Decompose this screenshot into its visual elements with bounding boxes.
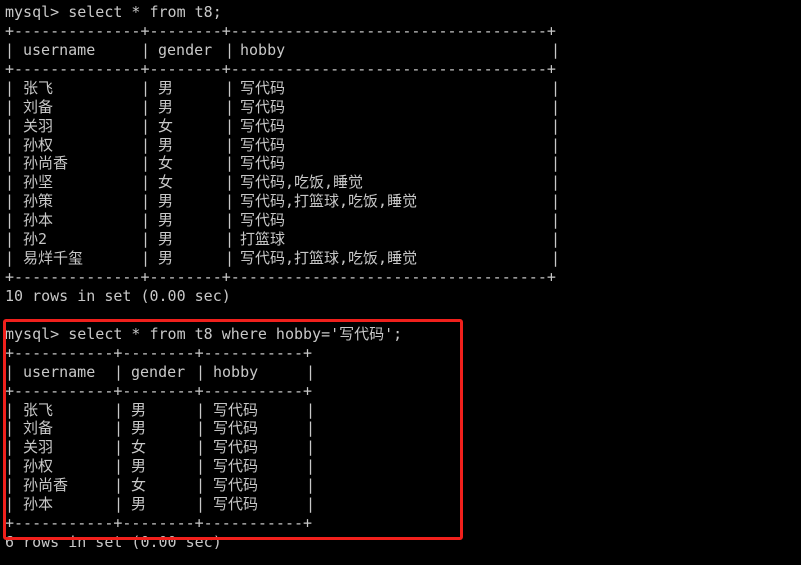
table-header-cell: gender (158, 40, 213, 59)
table-row-cell: 孙2 (23, 230, 48, 249)
column-separator: | (551, 78, 561, 97)
column-separator: | (141, 116, 151, 135)
result-summary: 10 rows in set (0.00 sec) (5, 286, 231, 305)
column-separator: | (225, 97, 235, 116)
column-separator: | (5, 116, 15, 135)
column-separator: | (5, 173, 15, 192)
table-row-cell: 打篮球 (240, 230, 286, 249)
table-row-cell: 男 (158, 249, 174, 268)
table-row-cell: 写代码 (240, 97, 286, 116)
table-row-cell: 孙尚香 (23, 154, 69, 173)
column-separator: | (5, 40, 15, 59)
table-row-cell: 写代码 (240, 116, 286, 135)
table-row-cell: 女 (158, 154, 174, 173)
table-row-cell: 孙策 (23, 192, 54, 211)
column-separator: | (5, 211, 15, 230)
table-row-cell: 写代码,打篮球,吃饭,睡觉 (240, 192, 418, 211)
column-separator: | (141, 154, 151, 173)
table-row-cell: 男 (158, 78, 174, 97)
table-row-cell: 写代码,吃饭,睡觉 (240, 173, 364, 192)
table-border: +--------------+--------+---------------… (5, 268, 556, 287)
column-separator: | (225, 78, 235, 97)
table-row-cell: 孙权 (23, 135, 54, 154)
column-separator: | (5, 154, 15, 173)
column-separator: | (551, 249, 561, 268)
table-row-cell: 男 (158, 135, 174, 154)
column-separator: | (225, 230, 235, 249)
column-separator: | (225, 192, 235, 211)
table-row-cell: 刘备 (23, 97, 54, 116)
column-separator: | (141, 230, 151, 249)
column-separator: | (5, 192, 15, 211)
table-row-cell: 女 (158, 116, 174, 135)
column-separator: | (141, 97, 151, 116)
table-row-cell: 写代码 (240, 78, 286, 97)
column-separator: | (5, 135, 15, 154)
column-separator: | (225, 154, 235, 173)
table-row-cell: 孙本 (23, 211, 54, 230)
table-row-cell: 关羽 (23, 116, 54, 135)
table-row-cell: 男 (158, 97, 174, 116)
column-separator: | (225, 211, 235, 230)
column-separator: | (551, 154, 561, 173)
column-separator: | (5, 249, 15, 268)
column-separator: | (141, 173, 151, 192)
command-prompt: mysql> select * from t8; (5, 3, 222, 21)
table-row-cell: 易烊千玺 (23, 249, 84, 268)
table-header-cell: hobby (240, 40, 286, 59)
table-row-cell: 写代码 (240, 211, 286, 230)
column-separator: | (5, 230, 15, 249)
column-separator: | (225, 249, 235, 268)
table-row-cell: 男 (158, 230, 174, 249)
column-separator: | (551, 97, 561, 116)
column-separator: | (225, 40, 235, 59)
table-row-cell: 张飞 (23, 78, 54, 97)
column-separator: | (141, 40, 151, 59)
column-separator: | (5, 97, 15, 116)
column-separator: | (225, 173, 235, 192)
table-row-cell: 写代码 (240, 154, 286, 173)
column-separator: | (551, 230, 561, 249)
table-row-cell: 男 (158, 211, 174, 230)
column-separator: | (5, 78, 15, 97)
table-row-cell: 男 (158, 192, 174, 211)
column-separator: | (551, 40, 561, 59)
column-separator: | (141, 78, 151, 97)
column-separator: | (551, 116, 561, 135)
table-border: +--------------+--------+---------------… (5, 21, 556, 40)
column-separator: | (225, 116, 235, 135)
column-separator: | (141, 249, 151, 268)
table-row-cell: 女 (158, 173, 174, 192)
table-border: +--------------+--------+---------------… (5, 59, 556, 78)
column-separator: | (551, 135, 561, 154)
table-row-cell: 写代码,打篮球,吃饭,睡觉 (240, 249, 418, 268)
column-separator: | (141, 192, 151, 211)
column-separator: | (551, 211, 561, 230)
column-separator: | (551, 192, 561, 211)
column-separator: | (225, 135, 235, 154)
column-separator: | (141, 135, 151, 154)
column-separator: | (141, 211, 151, 230)
table-row-cell: 孙坚 (23, 173, 54, 192)
table-row-cell: 写代码 (240, 135, 286, 154)
table-header-cell: username (23, 40, 96, 59)
column-separator: | (551, 173, 561, 192)
highlight-box (3, 319, 463, 540)
